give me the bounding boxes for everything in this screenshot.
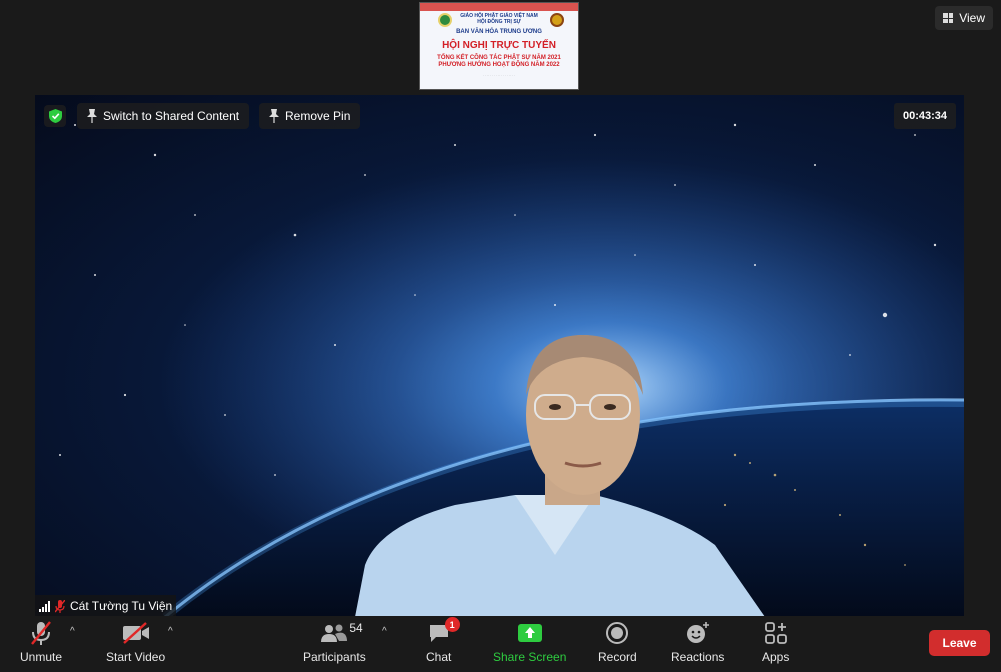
thumbnail-subtitles: TỔNG KẾT CÔNG TÁC PHẬT SỰ NĂM 2021 PHƯƠN… — [420, 55, 578, 69]
participants-icon: 54 — [321, 620, 363, 646]
record-button[interactable]: Record — [598, 620, 637, 664]
switch-to-shared-content-button[interactable]: Switch to Shared Content — [77, 103, 250, 129]
connection-signal-icon — [39, 600, 50, 612]
thumbnail-subtitle1: TỔNG KẾT CÔNG TÁC PHẬT SỰ NĂM 2021 — [437, 55, 561, 61]
video-options-chevron-icon[interactable]: ^ — [168, 626, 173, 637]
reactions-button[interactable]: Reactions — [671, 620, 724, 664]
pin-icon — [87, 109, 97, 123]
thumbnail-fine-print: · · · · · · · · · · · · · · · · · · — [482, 73, 516, 77]
participants-count: 54 — [349, 621, 363, 635]
share-screen-button[interactable]: Share Screen — [493, 620, 566, 664]
unmute-button[interactable]: Unmute — [20, 620, 62, 664]
meeting-toolbar: Unmute ^ Start Video ^ 54 Participants ^ — [0, 616, 1001, 672]
chat-label: Chat — [426, 650, 452, 664]
muted-mic-icon — [29, 620, 53, 646]
view-button-label: View — [959, 11, 985, 25]
thumbnail-subtitle2: PHƯƠNG HƯỚNG HOẠT ĐỘNG NĂM 2022 — [438, 62, 560, 68]
thumbnail-org-line2: HỘI ĐỒNG TRỊ SỰ — [477, 19, 521, 25]
shared-content-thumbnail[interactable]: GIÁO HỘI PHẬT GIÁO VIỆT NAM HỘI ĐỒNG TRỊ… — [419, 2, 579, 90]
share-screen-label: Share Screen — [493, 650, 567, 664]
main-video[interactable]: Switch to Shared Content Remove Pin 00:4… — [35, 95, 964, 617]
unmute-label: Unmute — [20, 650, 63, 664]
record-label: Record — [598, 650, 637, 664]
thumbnail-header-band — [420, 3, 578, 11]
audio-options-chevron-icon[interactable]: ^ — [70, 626, 75, 637]
participants-label: Participants — [303, 650, 366, 664]
participant-name-tag: Cát Tường Tu Viện — [35, 595, 177, 617]
participant-name: Cát Tường Tu Viện — [70, 599, 173, 613]
switch-to-shared-content-label: Switch to Shared Content — [103, 109, 240, 123]
share-screen-icon — [517, 620, 542, 646]
apps-button[interactable]: Apps — [762, 620, 789, 664]
chat-button[interactable]: 1 Chat — [426, 617, 460, 664]
chat-icon: 1 — [428, 617, 460, 646]
start-video-button[interactable]: Start Video — [106, 620, 165, 664]
smiley-plus-icon — [686, 620, 710, 646]
start-video-label: Start Video — [106, 650, 166, 664]
leave-button[interactable]: Leave — [929, 630, 990, 656]
meeting-timer: 00:43:34 — [893, 103, 956, 129]
thumbnail-org-line3: BAN VĂN HÓA TRUNG ƯƠNG — [456, 29, 542, 35]
pin-icon — [269, 109, 279, 123]
muted-mic-icon — [55, 599, 65, 613]
remove-pin-button[interactable]: Remove Pin — [259, 103, 361, 129]
participants-button[interactable]: 54 Participants — [303, 620, 366, 664]
chat-unread-badge: 1 — [444, 617, 460, 632]
thumbnail-title: HỘI NGHỊ TRỰC TUYẾN — [442, 40, 556, 51]
record-icon — [606, 620, 629, 646]
apps-label: Apps — [762, 650, 790, 664]
thumbnail-org-text: GIÁO HỘI PHẬT GIÁO VIỆT NAM HỘI ĐỒNG TRỊ… — [420, 13, 578, 25]
security-shield-icon[interactable] — [44, 105, 66, 127]
grid-view-icon — [943, 13, 954, 23]
space-background — [35, 95, 964, 617]
reactions-label: Reactions — [671, 650, 725, 664]
apps-icon — [764, 620, 787, 646]
view-button[interactable]: View — [935, 6, 993, 30]
participants-options-chevron-icon[interactable]: ^ — [382, 626, 387, 637]
remove-pin-label: Remove Pin — [285, 109, 351, 123]
video-off-icon — [122, 620, 150, 646]
